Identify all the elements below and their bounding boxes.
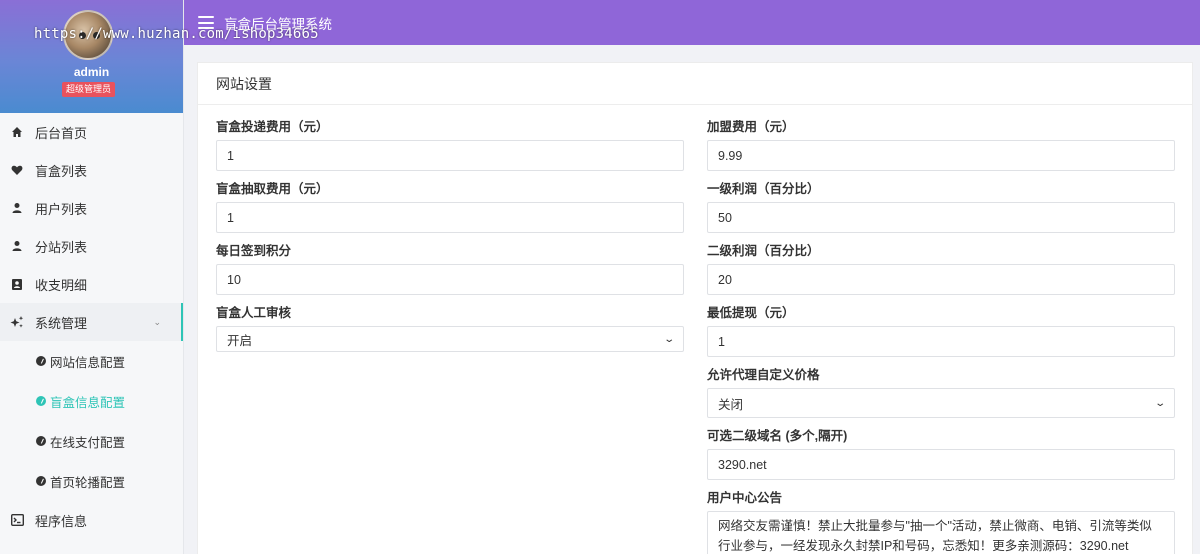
user-icon bbox=[10, 239, 24, 253]
sidebar-subitem-site-config[interactable]: 网站信息配置 bbox=[0, 341, 183, 381]
field-label: 盲盒人工审核 bbox=[216, 306, 292, 320]
field-label: 加盟费用（元） bbox=[707, 120, 795, 134]
field-label: 用户中心公告 bbox=[707, 491, 783, 505]
home-icon bbox=[10, 125, 24, 139]
field-label: 最低提现（元） bbox=[707, 306, 795, 320]
sidebar-subitem-blindbox-config[interactable]: 盲盒信息配置 bbox=[0, 381, 183, 421]
check-circle-icon bbox=[36, 476, 46, 486]
sidebar-subitem-label: 网站信息配置 bbox=[50, 355, 126, 370]
level2-profit-input[interactable] bbox=[707, 264, 1175, 295]
field-label: 盲盒抽取费用（元） bbox=[216, 182, 329, 196]
sidebar-subitem-label: 盲盒信息配置 bbox=[50, 395, 126, 410]
field-subdomains: 可选二级域名 (多个,隔开) bbox=[707, 428, 1175, 480]
agent-custom-price-select[interactable]: 关闭 ⌄ bbox=[707, 388, 1175, 418]
field-blindbox-delivery-fee: 盲盒投递费用（元） bbox=[216, 119, 684, 171]
user-notice-textarea[interactable]: 网络交友需谨慎！禁止大批量参与"抽一个"活动，禁止微商、电销、引流等类似行业参与… bbox=[707, 511, 1175, 554]
sidebar-item-label: 收支明细 bbox=[35, 277, 88, 293]
sidebar-subitem-payment-config[interactable]: 在线支付配置 bbox=[0, 421, 183, 461]
sidebar-item-label: 程序信息 bbox=[35, 513, 88, 529]
field-daily-checkin-points: 每日签到积分 bbox=[216, 243, 684, 295]
sidebar-nav: 后台首页 盲盒列表 用户列表 分站列表 收支明细 系统管理 ⌄ 网站信息配置 盲… bbox=[0, 113, 183, 539]
field-label: 一级利润（百分比） bbox=[707, 182, 820, 196]
field-label: 允许代理自定义价格 bbox=[707, 368, 820, 382]
user-icon bbox=[10, 201, 24, 215]
chevron-down-icon: ⌄ bbox=[662, 333, 675, 345]
field-manual-review: 盲盒人工审核 开启 ⌄ bbox=[216, 305, 684, 352]
sidebar-item-home[interactable]: 后台首页 bbox=[0, 113, 183, 151]
check-circle-icon bbox=[36, 396, 46, 406]
sidebar: admin 超级管理员 后台首页 盲盒列表 用户列表 分站列表 收支明细 系统管… bbox=[0, 0, 184, 554]
level1-profit-input[interactable] bbox=[707, 202, 1175, 233]
blindbox-delivery-fee-input[interactable] bbox=[216, 140, 684, 171]
form-column-left: 盲盒投递费用（元） 盲盒抽取费用（元） 每日签到积分 盲盒人工审核 开启 ⌄ bbox=[216, 119, 684, 362]
sparkle-icon bbox=[10, 315, 24, 329]
field-agent-custom-price: 允许代理自定义价格 关闭 ⌄ bbox=[707, 367, 1175, 418]
settings-card: 网站设置 盲盒投递费用（元） 盲盒抽取费用（元） 每日签到积分 盲盒人工审核 开… bbox=[197, 62, 1193, 554]
sidebar-subitem-label: 首页轮播配置 bbox=[50, 475, 126, 490]
top-header: 盲盒后台管理系统 bbox=[184, 0, 1200, 45]
role-badge: 超级管理员 bbox=[62, 82, 116, 97]
form-column-right: 加盟费用（元） 一级利润（百分比） 二级利润（百分比） 最低提现（元） 允许代理… bbox=[707, 119, 1175, 554]
daily-checkin-points-input[interactable] bbox=[216, 264, 684, 295]
field-franchise-fee: 加盟费用（元） bbox=[707, 119, 1175, 171]
subdomains-input[interactable] bbox=[707, 449, 1175, 480]
sidebar-item-program-info[interactable]: 程序信息 bbox=[0, 501, 183, 539]
sidebar-item-label: 后台首页 bbox=[35, 125, 88, 141]
chevron-down-icon: ⌄ bbox=[1153, 397, 1166, 409]
card-title: 网站设置 bbox=[198, 63, 1192, 105]
field-label: 二级利润（百分比） bbox=[707, 244, 820, 258]
field-label: 可选二级域名 (多个,隔开) bbox=[707, 429, 848, 443]
min-withdraw-input[interactable] bbox=[707, 326, 1175, 357]
field-level2-profit: 二级利润（百分比） bbox=[707, 243, 1175, 295]
select-value: 开启 bbox=[227, 333, 253, 348]
watermark: https://www.huzhan.com/ishop34665 bbox=[34, 26, 319, 42]
sidebar-item-income-expense[interactable]: 收支明细 bbox=[0, 265, 183, 303]
field-min-withdraw: 最低提现（元） bbox=[707, 305, 1175, 357]
sidebar-item-substation-list[interactable]: 分站列表 bbox=[0, 227, 183, 265]
sidebar-subitem-carousel-config[interactable]: 首页轮播配置 bbox=[0, 461, 183, 501]
terminal-icon bbox=[10, 513, 24, 527]
franchise-fee-input[interactable] bbox=[707, 140, 1175, 171]
field-level1-profit: 一级利润（百分比） bbox=[707, 181, 1175, 233]
sidebar-subitem-label: 在线支付配置 bbox=[50, 435, 126, 450]
field-label: 盲盒投递费用（元） bbox=[216, 120, 329, 134]
check-circle-icon bbox=[36, 356, 46, 366]
chevron-down-icon: ⌄ bbox=[153, 317, 161, 327]
sidebar-item-system-management[interactable]: 系统管理 ⌄ bbox=[0, 303, 183, 341]
sidebar-item-label: 用户列表 bbox=[35, 201, 88, 217]
profile-panel: admin 超级管理员 bbox=[0, 0, 183, 113]
heart-icon bbox=[10, 163, 24, 177]
blindbox-draw-fee-input[interactable] bbox=[216, 202, 684, 233]
check-circle-icon bbox=[36, 436, 46, 446]
username: admin bbox=[73, 65, 110, 79]
contacts-icon bbox=[10, 277, 24, 291]
select-value: 关闭 bbox=[718, 397, 744, 412]
sidebar-item-label: 分站列表 bbox=[35, 239, 88, 255]
field-blindbox-draw-fee: 盲盒抽取费用（元） bbox=[216, 181, 684, 233]
manual-review-select[interactable]: 开启 ⌄ bbox=[216, 326, 684, 352]
sidebar-item-blindbox-list[interactable]: 盲盒列表 bbox=[0, 151, 183, 189]
sidebar-item-user-list[interactable]: 用户列表 bbox=[0, 189, 183, 227]
sidebar-item-label: 系统管理 bbox=[35, 315, 88, 331]
field-user-notice: 用户中心公告 网络交友需谨慎！禁止大批量参与"抽一个"活动，禁止微商、电销、引流… bbox=[707, 490, 1175, 554]
field-label: 每日签到积分 bbox=[216, 244, 292, 258]
sidebar-item-label: 盲盒列表 bbox=[35, 163, 88, 179]
